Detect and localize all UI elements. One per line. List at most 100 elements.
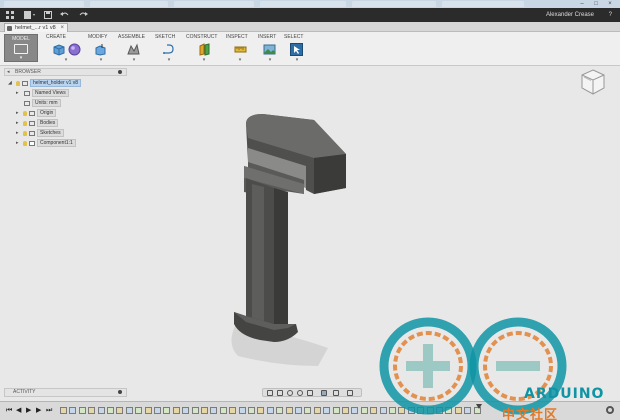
visibility-bulb-icon[interactable] — [16, 81, 20, 86]
viewports-icon[interactable] — [347, 390, 353, 396]
plane-icon[interactable] — [198, 43, 211, 56]
press-pull-icon[interactable] — [94, 43, 107, 56]
file-menu-icon[interactable] — [24, 11, 36, 19]
timeline-feature[interactable] — [88, 407, 96, 414]
timeline-feature[interactable] — [285, 407, 293, 414]
user-menu[interactable]: Alexander Crease — [546, 11, 594, 19]
select-menu[interactable]: SELECT ▾ — [284, 34, 310, 64]
expand-arrow-icon[interactable]: ▸ — [16, 119, 19, 127]
measure-icon[interactable] — [234, 43, 247, 56]
insert-image-icon[interactable] — [263, 43, 276, 56]
timeline-feature[interactable] — [60, 407, 67, 414]
display-settings-icon[interactable] — [321, 390, 327, 396]
timeline-feature[interactable] — [219, 407, 227, 414]
timeline-feature[interactable] — [332, 407, 340, 414]
timeline-feature[interactable] — [323, 407, 331, 414]
extrude-icon[interactable] — [52, 43, 65, 56]
insert-menu[interactable]: INSERT ▾ — [258, 34, 282, 64]
timeline-feature[interactable] — [426, 407, 434, 414]
timeline-feature[interactable] — [125, 407, 133, 414]
workspace-switcher[interactable]: MODEL ▾ — [4, 34, 38, 62]
timeline-start-button[interactable]: ⏮ — [6, 406, 12, 415]
timeline-feature[interactable] — [229, 407, 237, 414]
browser-tab[interactable] — [352, 1, 436, 7]
timeline-forward-button[interactable]: ▶ — [36, 406, 41, 415]
timeline-feature[interactable] — [313, 407, 321, 414]
timeline-feature[interactable] — [201, 407, 208, 414]
timeline-feature[interactable] — [454, 407, 462, 414]
zoom-icon[interactable] — [297, 390, 303, 396]
pin-icon[interactable] — [118, 70, 122, 74]
timeline-feature[interactable] — [172, 407, 180, 414]
timeline-feature[interactable] — [266, 407, 274, 414]
timeline-feature[interactable] — [191, 407, 199, 414]
timeline-feature[interactable] — [135, 407, 143, 414]
create-menu[interactable]: CREATE ▾ — [46, 34, 86, 64]
joint-icon[interactable] — [127, 43, 140, 56]
timeline-feature[interactable] — [360, 407, 368, 414]
help-icon[interactable]: ? — [609, 11, 612, 19]
browser-header[interactable]: ◂ BROWSER — [4, 68, 127, 76]
sketch-icon[interactable] — [163, 43, 176, 56]
document-tab[interactable]: helmet_...r v1 v8 × — [4, 23, 68, 32]
timeline-feature[interactable] — [304, 407, 312, 414]
minimize-icon[interactable]: – — [576, 0, 588, 8]
timeline-feature[interactable] — [445, 407, 453, 414]
expand-arrow-icon[interactable]: ▸ — [16, 109, 19, 117]
timeline-feature[interactable] — [163, 407, 171, 414]
timeline-feature[interactable] — [295, 407, 302, 414]
timeline-feature[interactable] — [464, 407, 472, 414]
model-canvas[interactable] — [128, 66, 620, 386]
data-panel-icon[interactable] — [6, 11, 15, 19]
collapse-icon[interactable]: ◂ — [7, 69, 10, 75]
activity-panel-header[interactable]: ACTIVITY — [4, 388, 127, 397]
timeline-feature[interactable] — [116, 407, 124, 414]
timeline-feature[interactable] — [407, 407, 415, 414]
look-at-icon[interactable] — [277, 390, 283, 396]
timeline-feature[interactable] — [78, 407, 86, 414]
redo-icon[interactable] — [78, 11, 90, 19]
expand-arrow-icon[interactable]: ▸ — [16, 139, 19, 147]
timeline-feature[interactable] — [436, 407, 443, 414]
browser-tab[interactable] — [442, 1, 524, 7]
timeline-feature[interactable] — [154, 407, 161, 414]
pin-icon[interactable] — [118, 390, 122, 394]
browser-tab[interactable] — [260, 1, 346, 7]
fit-icon[interactable] — [307, 390, 313, 396]
timeline-feature[interactable] — [351, 407, 359, 414]
viewcube-icon[interactable] — [580, 68, 606, 96]
browser-tab[interactable] — [4, 1, 84, 7]
maximize-icon[interactable]: □ — [590, 0, 602, 8]
pan-icon[interactable] — [287, 390, 293, 396]
timeline-feature[interactable] — [398, 407, 406, 414]
visibility-bulb-icon[interactable] — [23, 141, 27, 146]
timeline-play-button[interactable]: ▶ — [26, 406, 31, 415]
orbit-icon[interactable] — [267, 390, 273, 396]
visibility-bulb-icon[interactable] — [23, 131, 27, 136]
expand-arrow-icon[interactable]: ▸ — [16, 89, 19, 97]
assemble-menu[interactable]: ASSEMBLE ▾ — [118, 34, 150, 64]
select-icon[interactable] — [290, 43, 303, 56]
timeline-feature[interactable] — [389, 407, 396, 414]
expand-arrow-icon[interactable]: ▸ — [16, 129, 19, 137]
inspect-menu[interactable]: INSPECT ▾ — [226, 34, 254, 64]
sphere-icon[interactable] — [68, 43, 81, 56]
timeline-feature[interactable] — [248, 407, 255, 414]
timeline-end-button[interactable]: ⏭ — [46, 406, 52, 415]
timeline-feature[interactable] — [379, 407, 387, 414]
browser-tab[interactable] — [90, 1, 168, 7]
timeline-feature[interactable] — [257, 407, 265, 414]
browser-tab[interactable] — [174, 1, 254, 7]
timeline-feature[interactable] — [97, 407, 105, 414]
construct-menu[interactable]: CONSTRUCT ▾ — [186, 34, 222, 64]
timeline-feature[interactable] — [107, 407, 114, 414]
timeline-feature[interactable] — [417, 407, 425, 414]
grid-settings-icon[interactable] — [333, 390, 339, 396]
gear-icon[interactable] — [606, 406, 614, 414]
timeline-marker[interactable] — [476, 404, 482, 409]
timeline-feature[interactable] — [144, 407, 152, 414]
visibility-bulb-icon[interactable] — [23, 121, 27, 126]
timeline-feature[interactable] — [238, 407, 246, 414]
modify-menu[interactable]: MODIFY ▾ — [88, 34, 114, 64]
timeline-back-button[interactable]: ◀ — [16, 406, 21, 415]
